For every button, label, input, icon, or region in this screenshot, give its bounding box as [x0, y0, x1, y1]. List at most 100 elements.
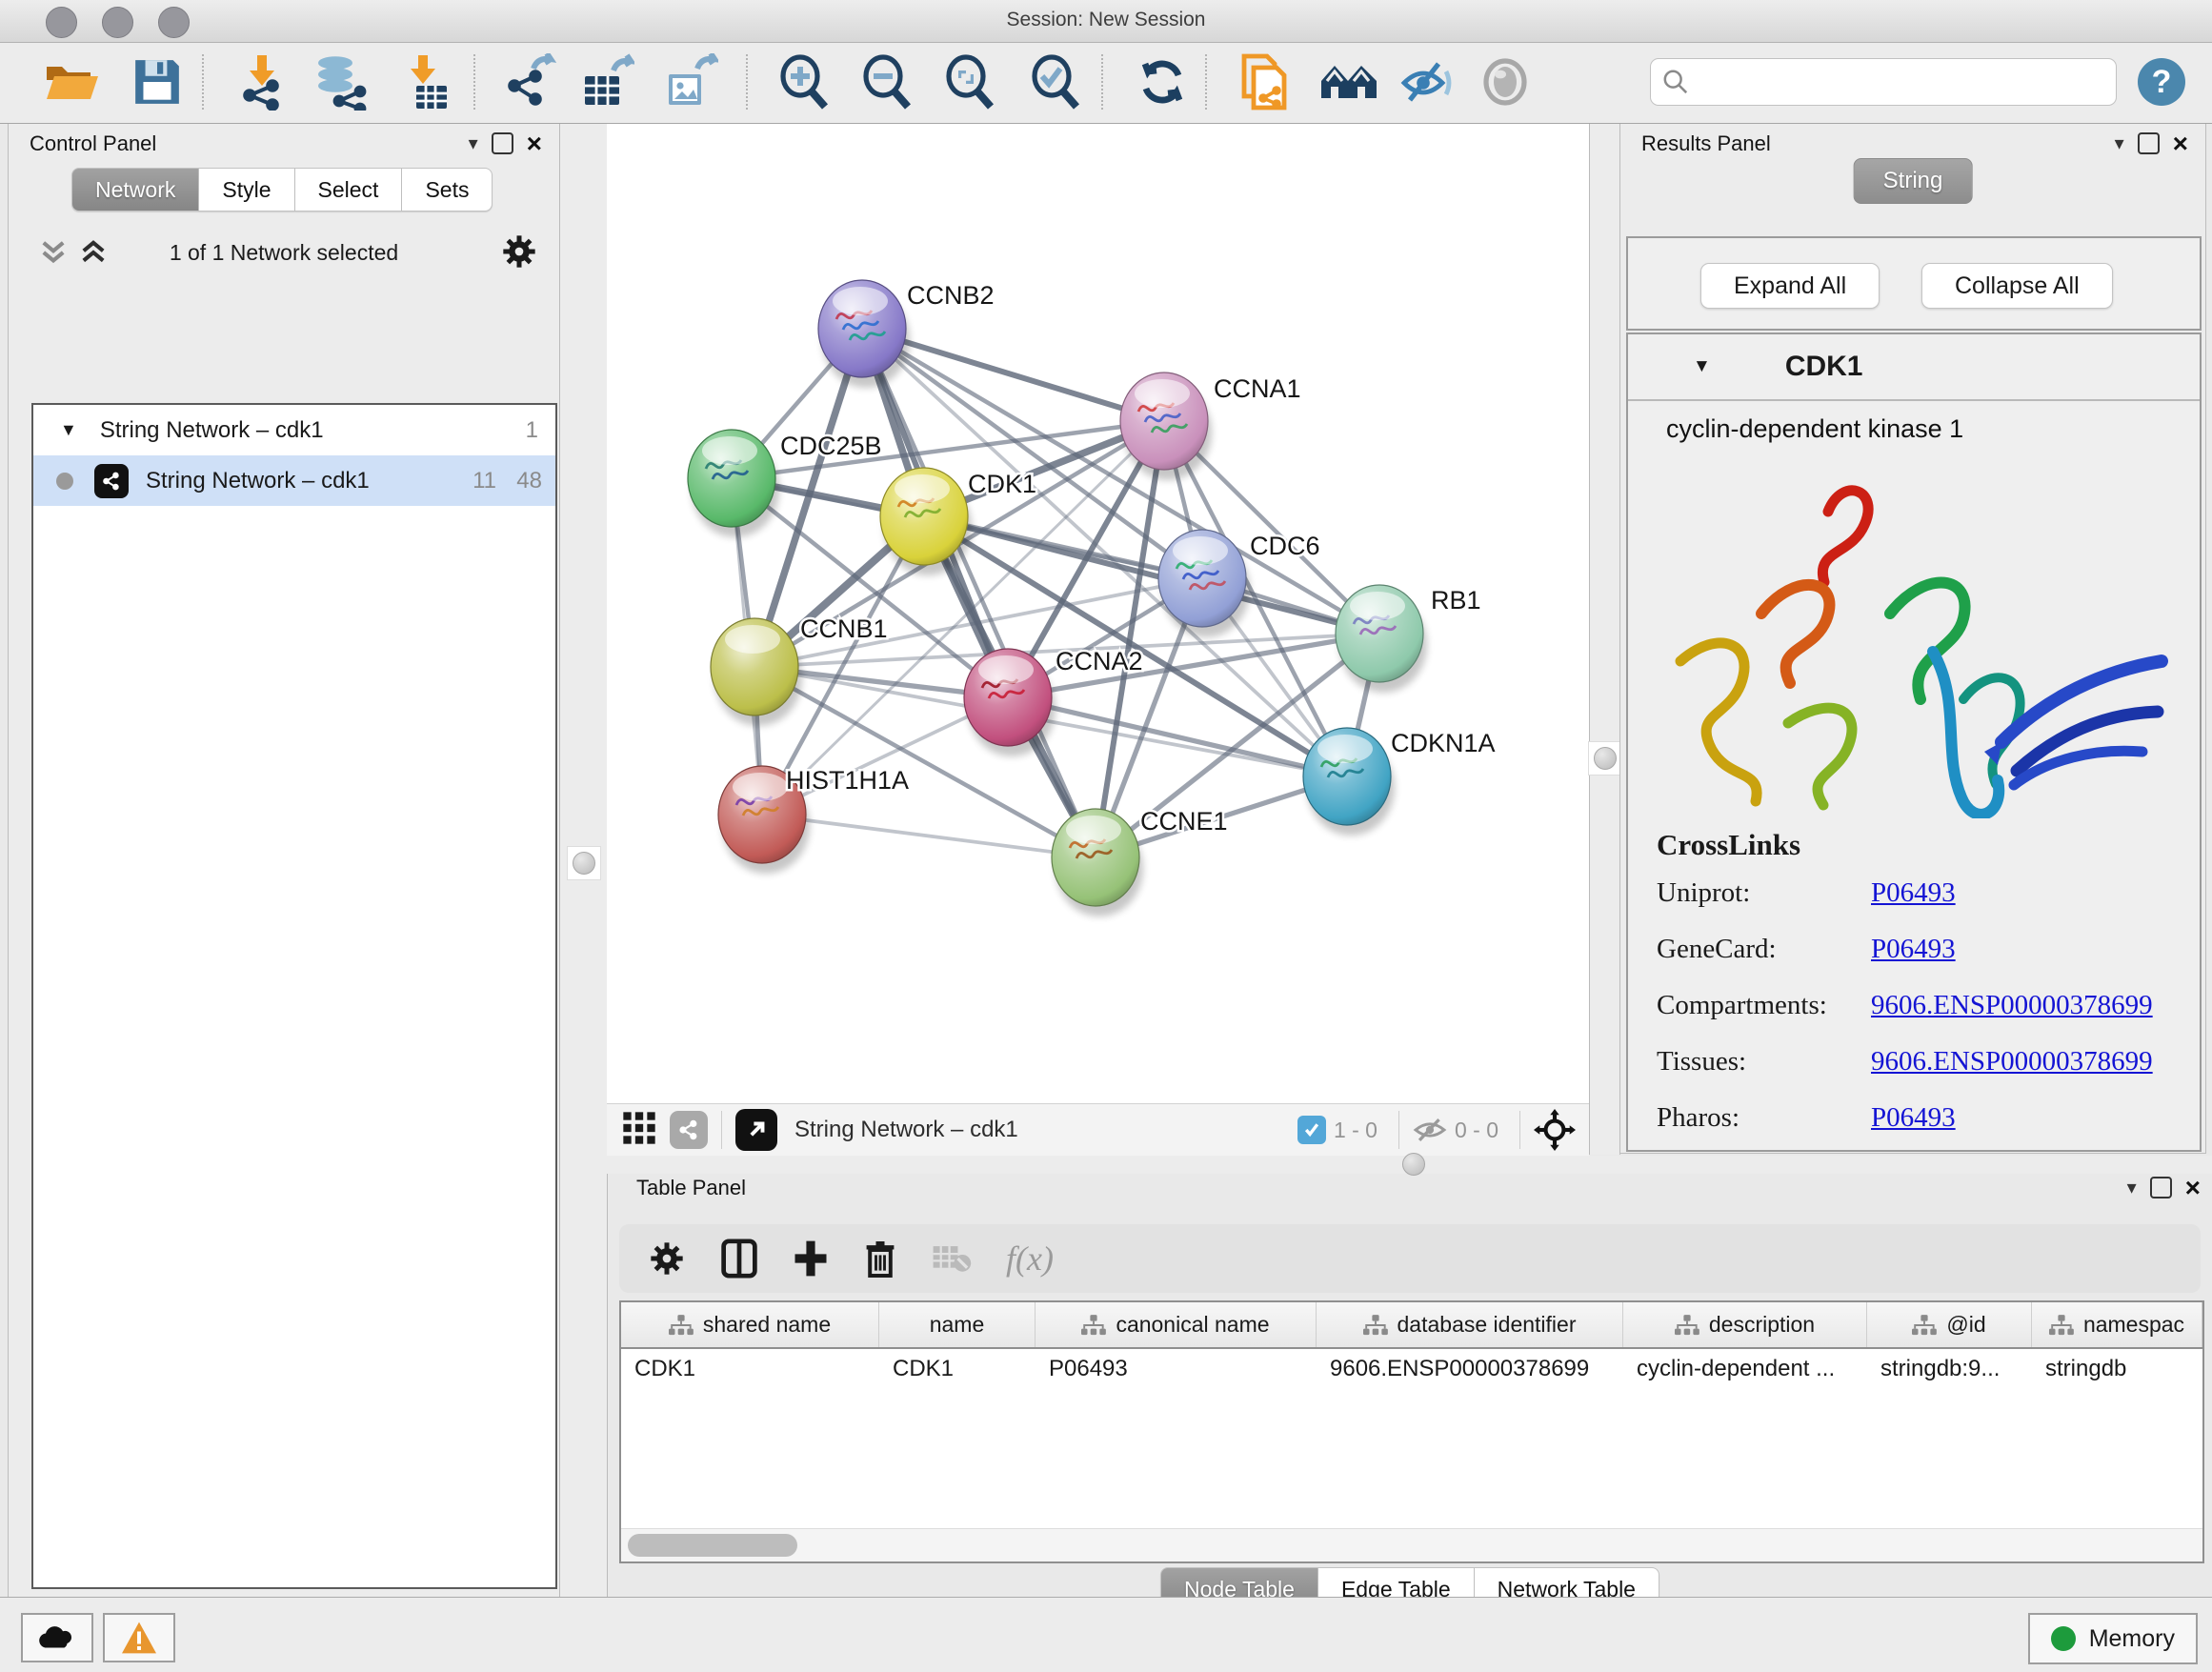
control-panel: Control Panel ▾ × Network Style Select S…	[8, 124, 560, 1598]
string-documents-button[interactable]	[1231, 50, 1297, 113]
network-collection-row[interactable]: ▼ String Network – cdk1 1	[33, 405, 555, 455]
network-share-icon	[94, 464, 129, 498]
left-splitter-handle[interactable]	[567, 846, 601, 880]
open-session-button[interactable]	[38, 50, 105, 113]
table-cell[interactable]: CDK1	[879, 1349, 1036, 1389]
crosslink-pharos-link[interactable]: P06493	[1871, 1102, 1956, 1134]
table-cell[interactable]: stringdb:9...	[1867, 1349, 2032, 1389]
column-header[interactable]: name	[879, 1302, 1036, 1347]
collapse-all-button[interactable]: Collapse All	[1921, 263, 2113, 309]
export-network-button[interactable]	[495, 50, 562, 113]
zoom-in-button[interactable]	[770, 50, 836, 113]
network-view-button[interactable]	[670, 1111, 708, 1149]
crosslink-tissues-link[interactable]: 9606.ENSP00000378699	[1871, 1046, 2153, 1078]
panel-menu-icon[interactable]: ▾	[2127, 1176, 2137, 1199]
show-columns-icon[interactable]	[720, 1238, 758, 1279]
scrollbar-thumb[interactable]	[628, 1534, 797, 1557]
table-cell[interactable]: P06493	[1036, 1349, 1317, 1389]
table-row[interactable]: CDK1CDK1P064939606.ENSP00000378699cyclin…	[621, 1349, 2202, 1389]
show-all-button[interactable]	[1475, 50, 1536, 113]
import-table-file-button[interactable]	[392, 50, 459, 113]
network-node[interactable]	[711, 618, 798, 715]
close-panel-icon[interactable]: ×	[2173, 134, 2188, 153]
network-node[interactable]	[1303, 728, 1391, 825]
network-status-dot-icon	[56, 473, 73, 490]
panel-menu-icon[interactable]: ▾	[469, 131, 478, 155]
panel-menu-icon[interactable]: ▾	[2115, 131, 2124, 155]
delete-table-icon[interactable]	[932, 1241, 972, 1276]
network-edge[interactable]	[762, 815, 1096, 857]
add-column-plus-icon[interactable]	[793, 1238, 829, 1279]
tab-string[interactable]: String	[1854, 158, 1973, 204]
crosslink-compartments-link[interactable]: 9606.ENSP00000378699	[1871, 990, 2153, 1021]
right-splitter[interactable]	[1589, 124, 1620, 1155]
column-header[interactable]: shared name	[621, 1302, 879, 1347]
network-row[interactable]: String Network – cdk1 11 48	[33, 455, 555, 506]
birdseye-view-button[interactable]	[735, 1109, 777, 1151]
toolbar-separator	[473, 54, 475, 110]
tab-style[interactable]: Style	[199, 168, 294, 212]
help-button[interactable]: ?	[2138, 58, 2185, 106]
expand-all-button[interactable]: Expand All	[1700, 263, 1880, 309]
string-documents-icon	[1237, 52, 1292, 111]
gene-entry-header[interactable]: ▼ CDK1	[1628, 334, 2200, 401]
grid-view-button[interactable]	[620, 1109, 658, 1152]
selected-checkbox-icon[interactable]	[1297, 1116, 1326, 1144]
export-table-button[interactable]	[573, 50, 640, 113]
tab-network[interactable]: Network	[71, 168, 199, 212]
table-cell[interactable]: stringdb	[2032, 1349, 2202, 1389]
disclosure-triangle-icon[interactable]: ▼	[1693, 356, 1711, 377]
table-horizontal-scrollbar[interactable]	[621, 1528, 2202, 1561]
column-header[interactable]: database identifier	[1317, 1302, 1623, 1347]
save-session-button[interactable]	[124, 50, 191, 113]
float-panel-icon[interactable]	[492, 132, 513, 154]
import-network-database-button[interactable]	[307, 50, 377, 113]
memory-button[interactable]: Memory	[2028, 1613, 2198, 1664]
column-header[interactable]: @id	[1867, 1302, 2032, 1347]
crosslink-uniprot-link[interactable]: P06493	[1871, 877, 1956, 909]
hide-selected-button[interactable]	[1397, 50, 1458, 113]
right-splitter-handle[interactable]	[1588, 741, 1622, 776]
network-node[interactable]	[688, 430, 775, 527]
column-header[interactable]: description	[1623, 1302, 1867, 1347]
column-header[interactable]: canonical name	[1036, 1302, 1317, 1347]
export-image-button[interactable]	[657, 50, 724, 113]
function-builder-fx-icon[interactable]: f(x)	[1006, 1239, 1054, 1279]
network-node[interactable]	[1120, 373, 1208, 470]
zoom-selected-button[interactable]	[1021, 50, 1088, 113]
table-panel-title: Table Panel	[636, 1176, 746, 1200]
import-network-file-button[interactable]	[229, 50, 295, 113]
table-cell[interactable]: cyclin-dependent ...	[1623, 1349, 1867, 1389]
zoom-fit-button[interactable]	[935, 50, 1002, 113]
network-canvas[interactable]: CCNB2CCNA1CDC25BCDK1CDC6RB1CCNB1CCNA2CDK…	[607, 124, 1589, 1103]
float-panel-icon[interactable]	[2150, 1177, 2172, 1199]
disclosure-triangle-icon[interactable]: ▼	[60, 420, 77, 440]
refresh-button[interactable]	[1132, 50, 1193, 113]
tab-select[interactable]: Select	[295, 168, 403, 212]
close-panel-icon[interactable]: ×	[527, 134, 542, 153]
crosslink-genecard-link[interactable]: P06493	[1871, 934, 1956, 965]
column-header[interactable]: namespac	[2032, 1302, 2202, 1347]
string-home-button[interactable]	[1313, 50, 1385, 113]
float-panel-icon[interactable]	[2138, 132, 2160, 154]
delete-column-trash-icon[interactable]	[863, 1238, 897, 1279]
zoom-out-button[interactable]	[853, 50, 919, 113]
left-splitter[interactable]	[559, 124, 608, 1597]
tree-options-gear-icon[interactable]	[500, 232, 538, 271]
network-node[interactable]	[880, 468, 968, 565]
tab-sets[interactable]: Sets	[402, 168, 493, 212]
table-cell[interactable]: 9606.ENSP00000378699	[1317, 1349, 1623, 1389]
network-node[interactable]	[1336, 585, 1423, 682]
network-node[interactable]	[1052, 809, 1139, 906]
cloud-status-button[interactable]	[21, 1613, 93, 1662]
collection-label: String Network – cdk1	[100, 417, 324, 444]
network-node[interactable]	[1158, 530, 1246, 627]
table-settings-gear-icon[interactable]	[648, 1239, 686, 1278]
close-panel-icon[interactable]: ×	[2185, 1178, 2201, 1198]
table-cell[interactable]: CDK1	[621, 1349, 879, 1389]
warning-status-button[interactable]	[103, 1613, 175, 1662]
search-input[interactable]	[1695, 62, 2108, 102]
network-node[interactable]	[818, 280, 906, 377]
pan-crosshair-icon[interactable]	[1534, 1109, 1576, 1151]
network-node[interactable]	[964, 649, 1052, 746]
